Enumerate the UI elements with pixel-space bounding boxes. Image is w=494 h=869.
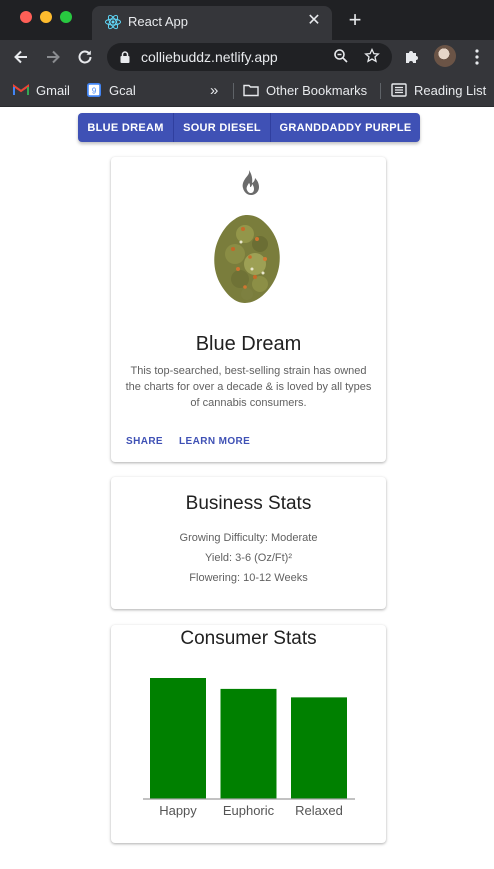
profile-avatar[interactable] [434,45,456,67]
blue-dream-button[interactable]: BLUE DREAM [78,113,174,142]
consumer-stats-card: Consumer Stats Happy Euphoric Relaxed [111,625,386,843]
browser-toolbar: colliebuddz.netlify.app [0,40,494,74]
bar-euphoric [220,688,277,799]
growing-difficulty-stat: Growing Difficulty: Moderate [179,532,318,544]
sour-diesel-button[interactable]: SOUR DIESEL [174,113,271,142]
reading-list-icon [391,83,407,97]
bar-relaxed [291,697,347,799]
tab-close-icon[interactable]: ✕ [304,11,324,31]
consumer-stats-chart: Happy Euphoric Relaxed [143,678,355,818]
browser-titlebar: React App ✕ + [0,0,494,40]
bookmark-label: Reading List [414,83,487,98]
forward-arrow-icon[interactable] [40,44,66,70]
react-logo-icon [105,14,121,30]
minimize-window-button[interactable] [40,11,52,23]
strain-button-group: BLUE DREAM SOUR DIESEL GRANDDADDY PURPLE [78,113,420,142]
x-tick-label: Happy [159,803,197,818]
bookmark-other-folder[interactable]: Other Bookmarks [243,81,367,101]
folder-icon [243,84,259,97]
back-arrow-icon[interactable] [8,44,34,70]
bookmark-label: Gcal [109,83,136,98]
bookmarks-bar: Gmail 9 Gcal » Other Bookmarks Reading L… [0,74,494,107]
url-text[interactable]: colliebuddz.netlify.app [141,49,278,65]
zoom-icon[interactable] [332,48,350,66]
extensions-puzzle-icon[interactable] [402,47,422,67]
yield-stat: Yield: 3-6 (Oz/Ft)² [205,552,292,564]
bar-happy [150,678,206,799]
strain-name: Blue Dream [195,333,302,355]
bookmark-label: Gmail [36,83,70,98]
new-tab-button[interactable]: + [344,9,366,31]
cannabis-bud-image [214,215,280,303]
reload-icon[interactable] [72,44,98,70]
bookmarks-divider [233,83,234,99]
bookmark-gcal[interactable]: 9 Gcal [86,81,136,101]
address-bar[interactable]: colliebuddz.netlify.app [107,43,392,71]
fire-icon [242,170,259,195]
maximize-window-button[interactable] [60,11,72,23]
granddaddy-purple-button[interactable]: GRANDDADDY PURPLE [271,113,420,142]
close-window-button[interactable] [20,11,32,23]
flowering-stat: Flowering: 10-12 Weeks [189,572,308,584]
gmail-icon [13,84,29,95]
business-stats-card: Business Stats Growing Difficulty: Moder… [111,477,386,609]
lock-icon [120,51,130,63]
strain-description: This top-searched, best-selling strain h… [125,365,372,409]
bookmark-label: Other Bookmarks [266,83,368,98]
x-tick-label: Relaxed [295,803,343,818]
bookmarks-divider [380,83,381,99]
business-stats-title: Business Stats [185,493,312,514]
tab-title: React App [128,14,188,29]
calendar-icon: 9 [87,83,101,97]
bookmarks-overflow-chevron[interactable]: » [210,81,218,101]
reading-list-button[interactable]: Reading List [391,81,486,101]
learn-more-button[interactable]: LEARN MORE [179,436,250,447]
more-menu-icon[interactable] [468,45,486,69]
strain-card: Blue Dream This top-searched, best-selli… [111,157,386,462]
browser-tab[interactable]: React App ✕ [92,6,332,40]
bookmark-gmail[interactable]: Gmail [13,81,70,101]
bookmark-star-icon[interactable] [363,47,381,66]
svg-text:9: 9 [92,87,96,96]
consumer-stats-title: Consumer Stats [180,628,317,649]
share-button[interactable]: SHARE [126,436,163,447]
x-tick-label: Euphoric [223,803,275,818]
